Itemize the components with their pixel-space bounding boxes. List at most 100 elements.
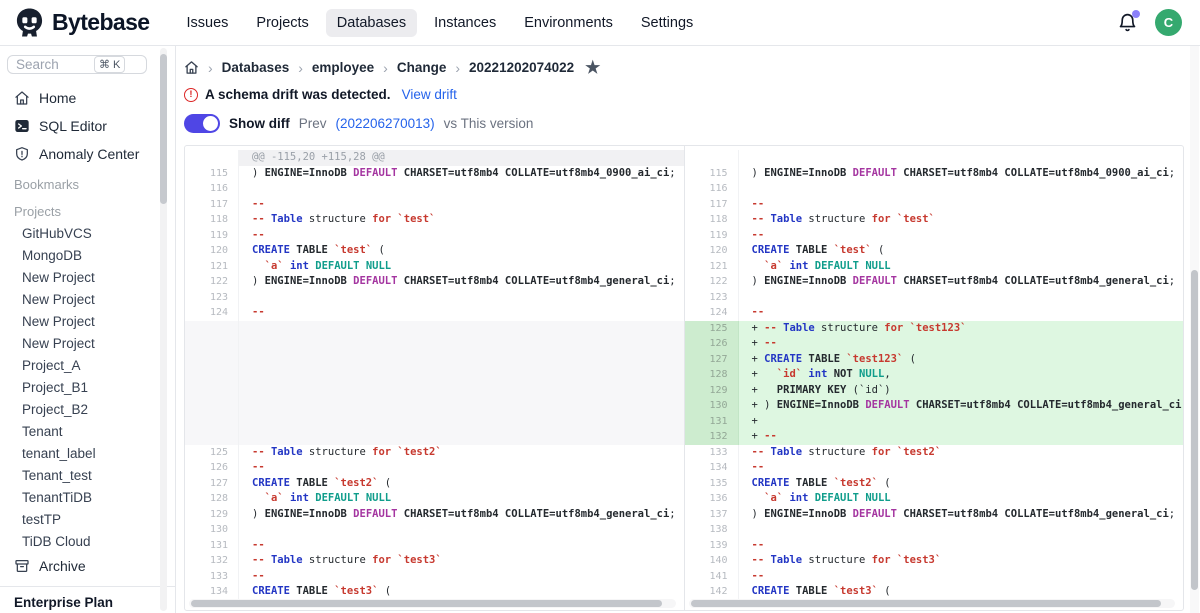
code-token: ENGINE=InnoDB [265,508,347,520]
sidebar-project-tenanttidb[interactable]: TenantTiDB [0,486,175,508]
sidebar: ⌘ K HomeSQL EditorAnomaly Center Bookmar… [0,46,176,613]
sidebar-project-new-project[interactable]: New Project [0,310,175,332]
diff-row: 130 [185,522,684,538]
sidebar-project-githubvcs[interactable]: GitHubVCS [0,222,175,244]
diff-panel-left: @@ -115,20 +115,28 @@115) ENGINE=InnoDB … [185,146,685,610]
code-token: int [789,492,808,504]
nav-item-environments[interactable]: Environments [513,9,624,37]
line-number: 127 [685,352,739,368]
line-number: 129 [685,383,739,399]
code-token: -- [752,198,765,210]
sidebar-project-project-b2[interactable]: Project_B2 [0,398,175,420]
topnav-right: C [1117,9,1182,36]
code-token: ENGINE=InnoDB [764,275,846,287]
breadcrumb-item-employee[interactable]: employee [312,60,374,75]
code-token: structure [303,213,373,225]
code-token: + [752,337,765,349]
line-number: 117 [185,197,239,213]
diff-row [185,367,684,383]
sidebar-project-project-b1[interactable]: Project_B1 [0,376,175,398]
code-token: -- [752,554,771,566]
breadcrumb-item-databases[interactable]: Databases [222,60,290,75]
code-token: CREATE [752,477,790,489]
code-line [239,321,684,337]
code-token: DEFAULT NULL [815,492,891,504]
sidebar-project-new-project[interactable]: New Project [0,266,175,288]
line-number [185,321,239,337]
breadcrumb-item-change[interactable]: Change [397,60,447,75]
code-token: ) [752,275,765,287]
code-line: + -- [739,336,1184,352]
code-token: -- [252,306,265,318]
page-scrollbar[interactable] [1190,46,1199,613]
code-token: structure [303,554,373,566]
notification-bell-icon[interactable] [1117,12,1139,34]
code-line [239,383,684,399]
diff-row: 131+ [685,414,1184,430]
line-number: 132 [185,553,239,569]
nav-item-projects[interactable]: Projects [245,9,319,37]
code-token: + ) [752,399,777,411]
home-icon[interactable] [184,60,199,75]
right-horizontal-scrollbar[interactable] [689,599,1176,608]
avatar[interactable]: C [1155,9,1182,36]
bytebase-logo[interactable]: Bytebase [14,7,149,38]
anomaly-center-icon [14,146,30,162]
code-token: COLLATE=utf8mb4_0900_ai_ci [505,167,669,179]
code-line: -- Table structure for `test3` [739,553,1184,569]
code-token: DEFAULT NULL [815,260,891,272]
sidebar-item-home[interactable]: Home [0,84,175,112]
sidebar-project-mongodb[interactable]: MongoDB [0,244,175,266]
code-token: ; [1169,508,1175,520]
nav-item-instances[interactable]: Instances [423,9,507,37]
code-line: CREATE TABLE `test` ( [739,243,1184,259]
line-number: 134 [685,460,739,476]
diff-panel-right: 115) ENGINE=InnoDB DEFAULT CHARSET=utf8m… [685,146,1184,610]
diff-row: 137) ENGINE=InnoDB DEFAULT CHARSET=utf8m… [685,507,1184,523]
show-diff-toggle[interactable] [184,114,220,133]
alert-icon: ! [184,88,198,102]
sidebar-project-tenant-label[interactable]: tenant_label [0,442,175,464]
diff-row: 133-- Table structure for `test2` [685,445,1184,461]
sidebar-item-anomaly-center[interactable]: Anomaly Center [0,140,175,168]
line-number: 118 [685,212,739,228]
diff-row: 142CREATE TABLE `test3` ( [685,584,1184,600]
search-box[interactable]: ⌘ K [7,55,147,74]
sidebar-project-new-project[interactable]: New Project [0,288,175,310]
diff-row [185,336,684,352]
breadcrumb-item-20221202074022[interactable]: 20221202074022 [469,60,574,75]
search-input[interactable] [16,57,94,72]
line-number [185,367,239,383]
code-line [239,522,684,538]
sidebar-project-tenant-test[interactable]: Tenant_test [0,464,175,486]
line-number: 121 [685,259,739,275]
nav-item-issues[interactable]: Issues [175,9,239,37]
diff-row: 119-- [685,228,1184,244]
diff-row [185,321,684,337]
diff-row: 130+ ) ENGINE=InnoDB DEFAULT CHARSET=utf… [685,398,1184,414]
sidebar-project-project-a[interactable]: Project_A [0,354,175,376]
left-horizontal-scrollbar[interactable] [189,599,676,608]
sidebar-project-testtp[interactable]: testTP [0,508,175,530]
nav-item-databases[interactable]: Databases [326,9,417,37]
diff-row: 136 `a` int DEFAULT NULL [685,491,1184,507]
bookmark-star-icon[interactable]: ★ [585,59,600,76]
code-token: + [752,322,765,334]
sidebar-item-sql-editor[interactable]: SQL Editor [0,112,175,140]
sidebar-scrollbar[interactable] [160,48,167,611]
nav-item-settings[interactable]: Settings [630,9,704,37]
sidebar-item-archive[interactable]: Archive [0,552,175,580]
sidebar-project-new-project[interactable]: New Project [0,332,175,354]
code-token: -- [252,570,265,582]
diff-row: 125+ -- Table structure for `test123` [685,321,1184,337]
code-line: ) ENGINE=InnoDB DEFAULT CHARSET=utf8mb4 … [739,274,1184,290]
code-line: + PRIMARY KEY (`id`) [739,383,1184,399]
sidebar-project-tidb-cloud[interactable]: TiDB Cloud [0,530,175,552]
code-token: ( [878,477,891,489]
view-drift-link[interactable]: View drift [402,87,457,102]
sidebar-project-tenant[interactable]: Tenant [0,420,175,442]
code-token: structure [303,446,373,458]
code-token: TABLE [296,244,328,256]
prev-version-link[interactable]: (202206270013) [336,116,435,131]
code-token: TABLE [808,353,840,365]
